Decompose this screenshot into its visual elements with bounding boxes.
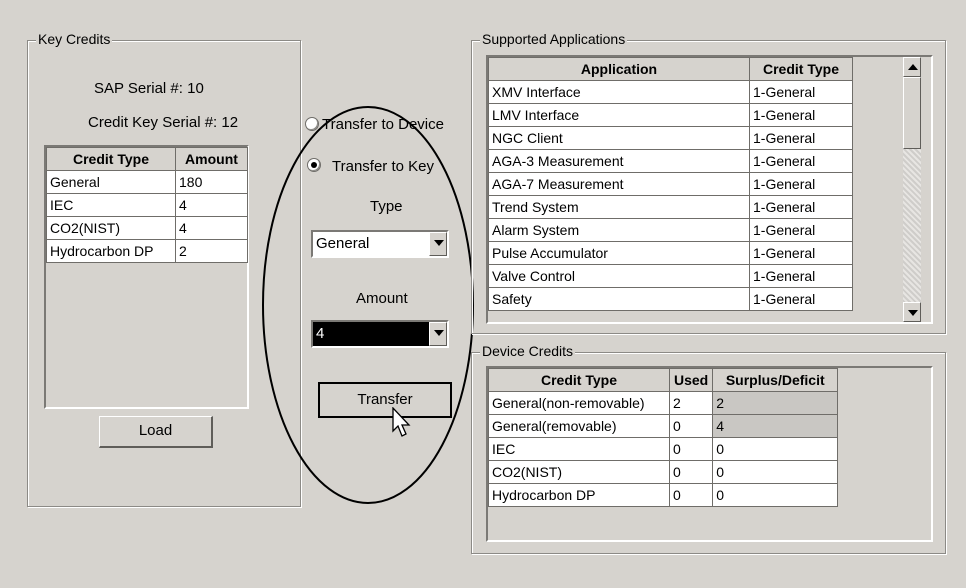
credit-type-cell[interactable]: 1-General: [749, 149, 853, 173]
credit-type-cell[interactable]: CO2(NIST): [488, 460, 670, 484]
application-cell[interactable]: Safety: [488, 287, 750, 311]
surplus-deficit-cell[interactable]: 4: [712, 414, 839, 438]
column-header-application[interactable]: Application: [488, 57, 750, 81]
table-row[interactable]: General 180: [46, 170, 248, 194]
table-row[interactable]: Trend System 1-General: [488, 195, 853, 219]
sap-serial-label: SAP Serial #: 10: [94, 80, 204, 97]
chevron-up-icon: [908, 64, 918, 70]
scroll-thumb[interactable]: [903, 77, 921, 149]
amount-cell[interactable]: 2: [175, 239, 248, 263]
column-header-used[interactable]: Used: [668, 368, 714, 392]
table-row[interactable]: Hydrocarbon DP 2: [46, 239, 248, 263]
credit-type-cell[interactable]: 1-General: [749, 264, 853, 288]
credit-type-cell[interactable]: 1-General: [749, 287, 853, 311]
device-credits-table-frame: Credit Type Used Surplus/Deficit General…: [486, 366, 933, 542]
column-header-credit-type[interactable]: Credit Type: [749, 57, 853, 81]
credit-key-serial-label: Credit Key Serial #: 12: [88, 114, 239, 131]
surplus-deficit-cell[interactable]: 0: [712, 483, 839, 507]
credit-type-cell[interactable]: General(non-removable): [488, 391, 670, 415]
credit-type-cell[interactable]: 1-General: [749, 241, 853, 265]
used-cell[interactable]: 2: [668, 391, 714, 415]
column-header-amount[interactable]: Amount: [175, 147, 248, 171]
table-row[interactable]: LMV Interface 1-General: [488, 103, 853, 127]
key-credits-table: Credit Type Amount General 180 IEC 4 CO2…: [46, 147, 248, 263]
supported-applications-title: Supported Applications: [480, 31, 628, 47]
table-row[interactable]: Safety 1-General: [488, 287, 853, 311]
table-row[interactable]: NGC Client 1-General: [488, 126, 853, 150]
table-row[interactable]: IEC 4: [46, 193, 248, 217]
chevron-down-icon: [908, 310, 918, 316]
applications-scrollbar[interactable]: [903, 57, 921, 322]
amount-cell[interactable]: 4: [175, 193, 248, 217]
credit-type-cell[interactable]: IEC: [46, 193, 176, 217]
column-header-credit-type[interactable]: Credit Type: [46, 147, 176, 171]
application-cell[interactable]: LMV Interface: [488, 103, 750, 127]
applications-table-frame: Application Credit Type XMV Interface 1-G…: [486, 55, 933, 324]
credit-type-cell[interactable]: 1-General: [749, 195, 853, 219]
load-button[interactable]: Load: [99, 416, 213, 448]
application-cell[interactable]: AGA-7 Measurement: [488, 172, 750, 196]
scroll-up-button[interactable]: [903, 57, 921, 77]
credit-type-cell[interactable]: 1-General: [749, 103, 853, 127]
table-row[interactable]: Hydrocarbon DP 0 0: [488, 483, 839, 507]
surplus-deficit-cell[interactable]: 0: [712, 460, 839, 484]
column-header-credit-type[interactable]: Credit Type: [488, 368, 670, 392]
table-row[interactable]: Pulse Accumulator 1-General: [488, 241, 853, 265]
table-row[interactable]: Valve Control 1-General: [488, 264, 853, 288]
application-cell[interactable]: Pulse Accumulator: [488, 241, 750, 265]
surplus-deficit-cell[interactable]: 0: [712, 437, 839, 461]
application-cell[interactable]: AGA-3 Measurement: [488, 149, 750, 173]
table-row[interactable]: General(non-removable) 2 2: [488, 391, 839, 415]
used-cell[interactable]: 0: [668, 437, 714, 461]
device-credits-title: Device Credits: [480, 343, 576, 359]
credit-type-cell[interactable]: Hydrocarbon DP: [46, 239, 176, 263]
highlight-ellipse: [262, 106, 474, 504]
credit-type-cell[interactable]: General(removable): [488, 414, 670, 438]
credit-type-cell[interactable]: 1-General: [749, 218, 853, 242]
table-row[interactable]: XMV Interface 1-General: [488, 80, 853, 104]
column-header-surplus-deficit[interactable]: Surplus/Deficit: [712, 368, 839, 392]
table-row[interactable]: CO2(NIST) 0 0: [488, 460, 839, 484]
table-row[interactable]: General(removable) 0 4: [488, 414, 839, 438]
surplus-deficit-cell[interactable]: 2: [712, 391, 839, 415]
application-cell[interactable]: Valve Control: [488, 264, 750, 288]
table-row[interactable]: AGA-7 Measurement 1-General: [488, 172, 853, 196]
amount-cell[interactable]: 180: [175, 170, 248, 194]
credit-type-cell[interactable]: Hydrocarbon DP: [488, 483, 670, 507]
table-row[interactable]: IEC 0 0: [488, 437, 839, 461]
scroll-down-button[interactable]: [903, 302, 921, 322]
key-credits-table-frame: Credit Type Amount General 180 IEC 4 CO2…: [44, 145, 249, 409]
application-cell[interactable]: XMV Interface: [488, 80, 750, 104]
used-cell[interactable]: 0: [668, 414, 714, 438]
credit-type-cell[interactable]: 1-General: [749, 80, 853, 104]
application-cell[interactable]: Alarm System: [488, 218, 750, 242]
credit-type-cell[interactable]: 1-General: [749, 172, 853, 196]
used-cell[interactable]: 0: [668, 483, 714, 507]
amount-cell[interactable]: 4: [175, 216, 248, 240]
device-credits-table: Credit Type Used Surplus/Deficit General…: [488, 368, 839, 507]
credit-type-cell[interactable]: IEC: [488, 437, 670, 461]
credit-type-cell[interactable]: 1-General: [749, 126, 853, 150]
used-cell[interactable]: 0: [668, 460, 714, 484]
table-row[interactable]: AGA-3 Measurement 1-General: [488, 149, 853, 173]
application-cell[interactable]: NGC Client: [488, 126, 750, 150]
applications-table: Application Credit Type XMV Interface 1-G…: [488, 57, 853, 311]
key-credits-title: Key Credits: [36, 31, 113, 47]
application-cell[interactable]: Trend System: [488, 195, 750, 219]
table-row[interactable]: CO2(NIST) 4: [46, 216, 248, 240]
table-row[interactable]: Alarm System 1-General: [488, 218, 853, 242]
credit-type-cell[interactable]: CO2(NIST): [46, 216, 176, 240]
credit-type-cell[interactable]: General: [46, 170, 176, 194]
